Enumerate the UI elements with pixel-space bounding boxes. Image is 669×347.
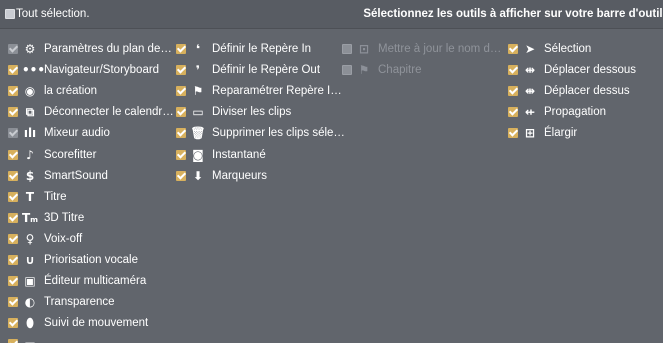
marker-icon: ⬇ xyxy=(192,169,204,183)
select-all-label[interactable]: Tout sélection. xyxy=(16,6,90,22)
toolbar-customize-panel: Tout sélection. Sélectionnez les outils … xyxy=(0,0,663,343)
stretch-icon: ⊞ xyxy=(524,126,536,140)
tool-checkbox[interactable] xyxy=(8,44,18,54)
tool-label: 3D Titre xyxy=(44,212,85,224)
tool-label: Mettre à jour le nom d… xyxy=(378,43,502,55)
camera-icon: ◙ xyxy=(192,148,204,162)
header-bar: Tout sélection. Sélectionnez les outils … xyxy=(0,0,663,29)
tool-label: Supprimer les clips séle… xyxy=(212,127,345,139)
chapter-flag-icon: ⚑ xyxy=(358,63,370,77)
voice-ducking-icon: ∪ xyxy=(25,253,35,267)
tool-checkbox[interactable] xyxy=(8,86,18,96)
tool-checkbox[interactable] xyxy=(8,213,18,223)
tool-checkbox[interactable] xyxy=(508,128,518,138)
tool-label: Sélection xyxy=(544,43,592,55)
tool-label: Déconnecter le calendr… xyxy=(44,106,174,118)
microphone-icon: ♀ xyxy=(25,232,35,246)
tool-checkbox[interactable] xyxy=(176,65,186,75)
tool-label: Déplacer dessus xyxy=(544,85,630,97)
tool-label: Marqueurs xyxy=(212,170,267,182)
tool-checkbox[interactable] xyxy=(342,44,352,54)
tool-checkbox[interactable] xyxy=(8,171,18,181)
tool-label: Suivi de mouvement xyxy=(44,317,149,329)
tool-label: Éditeur multicaméra xyxy=(44,275,147,287)
tool-label: Priorisation vocale xyxy=(44,254,138,266)
tool-label: Déplacer dessous xyxy=(544,64,637,76)
partial-icon: ▬ xyxy=(22,336,38,343)
tool-checkbox[interactable] xyxy=(508,44,518,54)
tool-checkbox[interactable] xyxy=(508,86,518,96)
tool-label: Définir le Repère In xyxy=(212,43,312,55)
move-under-icon: ⇹ xyxy=(524,63,536,77)
tool-label: Chapitre xyxy=(378,64,422,76)
tool-checkbox[interactable] xyxy=(8,297,18,307)
tool-label: Diviser les clips xyxy=(212,106,292,118)
tool-checkbox[interactable] xyxy=(8,234,18,244)
split-clip-icon: ▭ xyxy=(192,105,204,119)
tool-checkbox[interactable] xyxy=(8,276,18,286)
tool-checkbox[interactable] xyxy=(342,65,352,75)
tool-checkbox[interactable] xyxy=(8,192,18,202)
motion-tracking-icon: ⬮ xyxy=(26,316,34,330)
multicam-icon: ▣ xyxy=(24,274,36,288)
tool-label: Reparamétrer Repère I… xyxy=(212,85,342,97)
tool-label: SmartSound xyxy=(44,170,108,182)
tool-checkbox[interactable] xyxy=(8,65,18,75)
tool-checkbox[interactable] xyxy=(176,86,186,96)
disconnect-timeline-icon: ⧉ xyxy=(25,105,35,119)
tool-checkbox[interactable] xyxy=(176,128,186,138)
tool-checkbox[interactable] xyxy=(176,107,186,117)
tool-label: Voix-off xyxy=(44,233,83,245)
transparency-icon: ◐ xyxy=(24,295,36,309)
cursor-icon: ➤ xyxy=(524,42,536,56)
gear-icon: ⚙ xyxy=(24,42,36,56)
mark-out-icon: ❜ xyxy=(195,63,201,77)
move-over-icon: ⇼ xyxy=(524,84,536,98)
instructions-text: Sélectionnez les outils à afficher sur v… xyxy=(363,8,663,20)
tool-label: Transparence xyxy=(44,296,115,308)
create-disc-icon: ◉ xyxy=(24,84,36,98)
tool-label: Propagation xyxy=(544,106,607,118)
tool-checkbox[interactable] xyxy=(176,171,186,181)
title-3d-icon: Tₘ xyxy=(22,211,39,225)
tool-label: Définir le Repère Out xyxy=(212,64,321,76)
tool-checkbox[interactable] xyxy=(176,44,186,54)
tool-label: Élargir xyxy=(544,127,578,139)
mark-in-icon: ❛ xyxy=(195,42,201,56)
audio-mixer-icon: ılı xyxy=(23,126,37,140)
tool-label: Mixeur audio xyxy=(44,127,110,139)
tool-label: la création xyxy=(44,85,98,97)
scorefitter-icon: ♪ xyxy=(26,148,34,162)
ripple-icon: ⇷ xyxy=(524,105,536,119)
tool-label: Titre xyxy=(44,191,67,203)
tool-label: Instantané xyxy=(212,149,266,161)
tool-checkbox[interactable] xyxy=(8,107,18,117)
title-icon: T xyxy=(25,190,35,204)
tool-checkbox[interactable] xyxy=(508,65,518,75)
trash-icon: 🗑 xyxy=(190,126,206,140)
tool-checkbox[interactable] xyxy=(508,107,518,117)
tool-label: Scorefitter xyxy=(44,149,97,161)
tool-checkbox[interactable] xyxy=(8,318,18,328)
rename-icon: ⊡ xyxy=(358,42,370,56)
select-all-checkbox[interactable] xyxy=(5,9,15,19)
tool-checkbox[interactable] xyxy=(8,339,18,343)
smartsound-icon: $ xyxy=(25,169,35,183)
tool-checkbox[interactable] xyxy=(8,128,18,138)
tool-checkbox[interactable] xyxy=(8,150,18,160)
tool-checkbox[interactable] xyxy=(8,255,18,265)
reset-marks-icon: ⚑ xyxy=(192,84,204,98)
tool-label: Navigateur/Storyboard xyxy=(44,64,160,76)
tool-label: Paramètres du plan de… xyxy=(44,43,172,55)
dots-icon: ••• xyxy=(22,63,46,77)
tool-checkbox[interactable] xyxy=(176,150,186,160)
